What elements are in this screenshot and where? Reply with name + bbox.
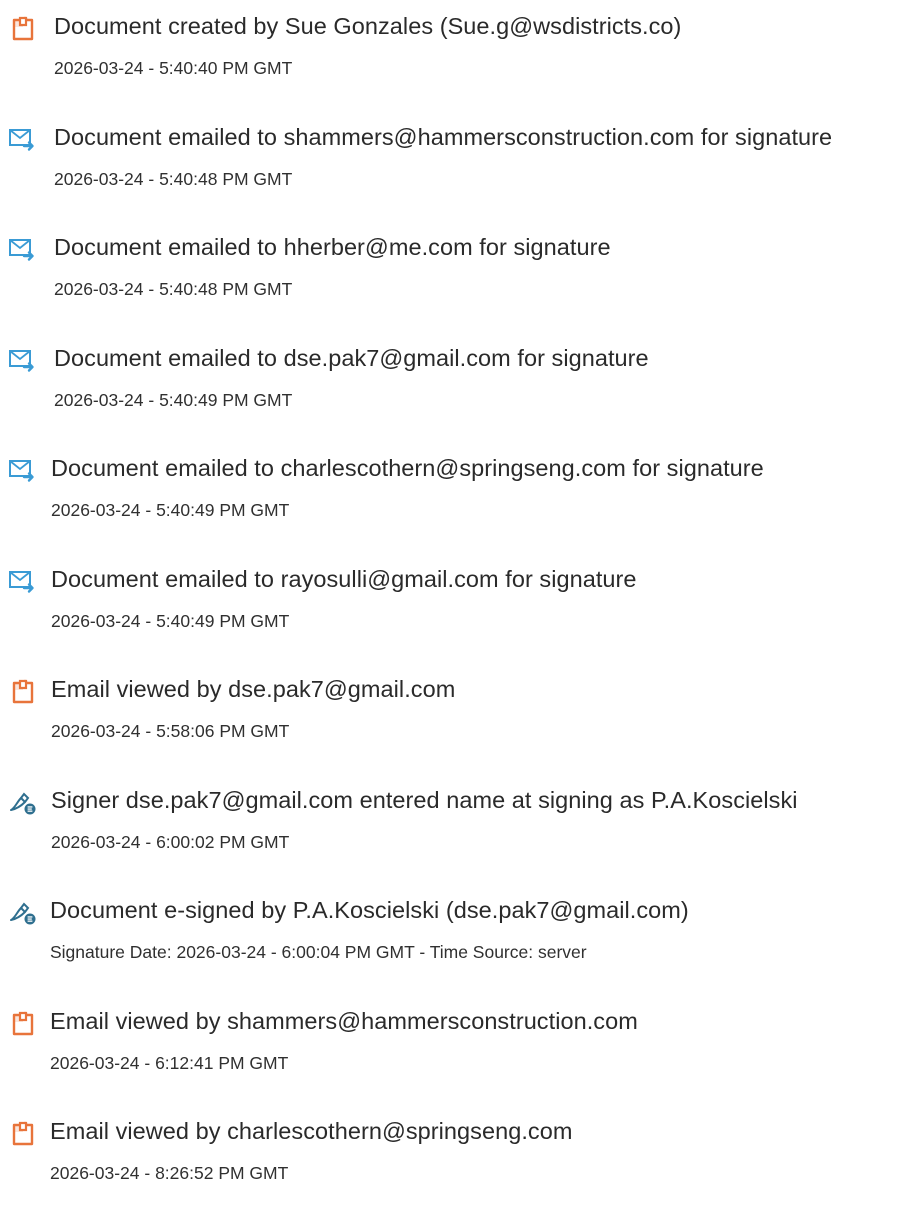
audit-event: Document emailed to rayosulli@gmail.com … [0, 559, 903, 670]
event-timestamp: 2026-03-24 - 5:40:49 PM GMT [51, 500, 290, 520]
audit-event: Signer dse.pak7@gmail.com entered name a… [0, 780, 903, 891]
email-sent-icon [8, 458, 38, 484]
event-title: Email viewed by charlescothern@springsen… [50, 1118, 573, 1144]
audit-event: Document emailed to charlescothern@sprin… [0, 448, 903, 559]
event-title: Document emailed to rayosulli@gmail.com … [51, 565, 637, 592]
audit-event: Document emailed to hherber@me.com for s… [0, 227, 903, 338]
event-title: Email viewed by dse.pak7@gmail.com [51, 676, 456, 702]
event-title: Document emailed to charlescothern@sprin… [51, 455, 764, 481]
event-title: Signer dse.pak7@gmail.com entered name a… [51, 786, 798, 813]
event-title: Document emailed to dse.pak7@gmail.com f… [54, 344, 649, 371]
audit-event: Email viewed by dse.pak7@gmail.com 2026-… [0, 669, 903, 780]
audit-event: Document created by Sue Gonzales (Sue.g@… [0, 6, 903, 117]
document-icon [8, 1011, 38, 1037]
email-sent-icon [8, 569, 38, 595]
event-title: Document created by Sue Gonzales (Sue.g@… [54, 13, 682, 39]
esign-pen-icon [8, 900, 38, 926]
document-icon [8, 679, 38, 705]
event-title: Document emailed to hherber@me.com for s… [54, 234, 611, 260]
event-timestamp: Signature Date: 2026-03-24 - 6:00:04 PM … [50, 942, 587, 962]
audit-event: Email viewed by shammers@hammersconstruc… [0, 1001, 903, 1112]
event-timestamp: 2026-03-24 - 5:40:48 PM GMT [54, 279, 293, 299]
event-title: Email viewed by shammers@hammersconstruc… [50, 1007, 638, 1034]
event-timestamp: 2026-03-24 - 6:12:41 PM GMT [50, 1052, 289, 1073]
event-title: Document emailed to shammers@hammerscons… [54, 123, 833, 150]
audit-trail-log: Document created by Sue Gonzales (Sue.g@… [0, 0, 903, 1222]
event-timestamp: 2026-03-24 - 5:40:49 PM GMT [51, 610, 290, 631]
event-timestamp: 2026-03-24 - 6:00:02 PM GMT [51, 831, 290, 852]
event-title: Document e-signed by P.A.Koscielski (dse… [50, 897, 689, 923]
event-timestamp: 2026-03-24 - 8:26:52 PM GMT [50, 1163, 289, 1183]
email-sent-icon [8, 127, 38, 153]
event-timestamp: 2026-03-24 - 5:40:48 PM GMT [54, 168, 293, 189]
email-sent-icon [8, 237, 38, 263]
document-icon [8, 16, 38, 42]
event-timestamp: 2026-03-24 - 5:58:06 PM GMT [51, 721, 290, 741]
event-timestamp: 2026-03-24 - 5:40:49 PM GMT [54, 389, 293, 410]
document-icon [8, 1121, 38, 1147]
email-sent-icon [8, 348, 38, 374]
audit-event: Document emailed to shammers@hammerscons… [0, 117, 903, 228]
event-timestamp: 2026-03-24 - 5:40:40 PM GMT [54, 58, 293, 78]
audit-event: Email viewed by charlescothern@springsen… [0, 1111, 903, 1222]
audit-event: Document e-signed by P.A.Koscielski (dse… [0, 890, 903, 1001]
audit-event: Document emailed to dse.pak7@gmail.com f… [0, 338, 903, 449]
esign-pen-icon [8, 790, 38, 816]
